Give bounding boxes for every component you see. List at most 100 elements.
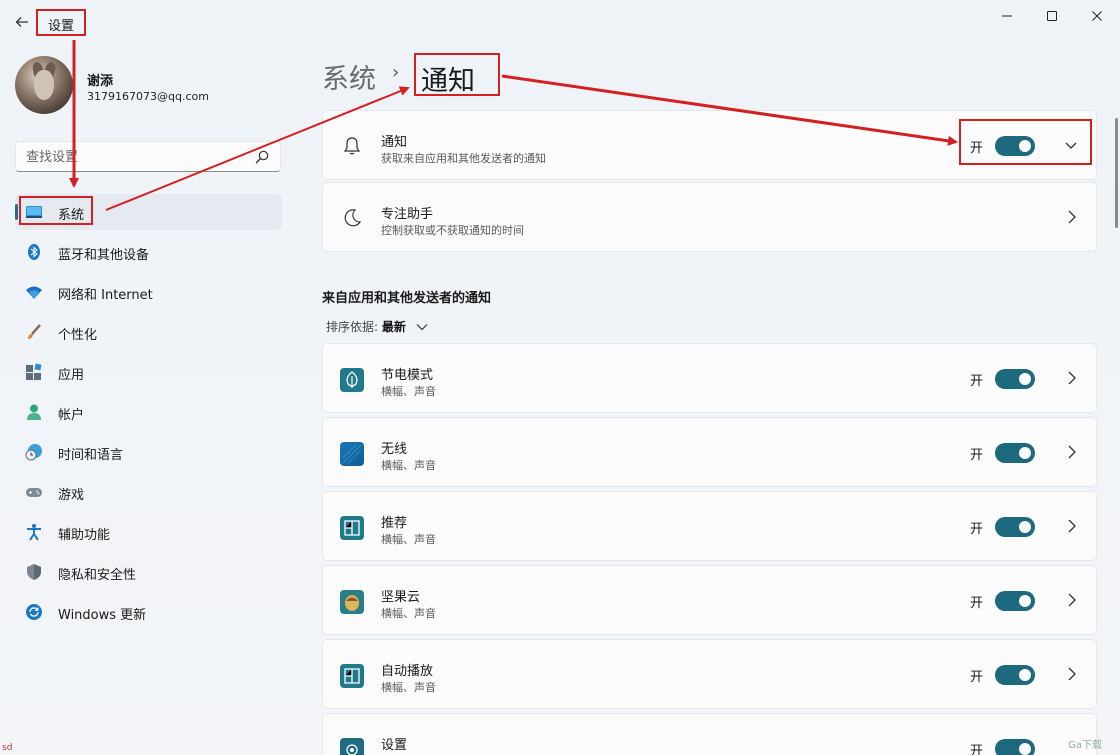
- sidebar-item-label: Windows 更新: [58, 608, 147, 623]
- toggle-label: 开: [970, 744, 984, 755]
- minimize-icon[interactable]: [990, 6, 1024, 26]
- sidebar-item-label: 个性化: [58, 328, 98, 343]
- search-box[interactable]: [15, 141, 281, 172]
- clock-globe-icon: [25, 444, 42, 461]
- sidebar-item-time-language[interactable]: 时间和语言: [15, 434, 282, 470]
- sidebar-item-label: 帐户: [58, 408, 85, 423]
- update-icon: [26, 604, 42, 620]
- close-icon[interactable]: [1080, 6, 1114, 26]
- chevron-right-icon[interactable]: [1066, 370, 1078, 386]
- app-row-settings[interactable]: 设置 开: [322, 713, 1097, 755]
- user-name: 谢添: [87, 74, 114, 89]
- app-row-jianguoyun[interactable]: 坚果云 横幅、声音 开: [322, 565, 1097, 635]
- sidebar-item-apps[interactable]: 应用: [15, 354, 282, 390]
- app-row-recommended[interactable]: 推荐 横幅、声音 开: [322, 491, 1097, 561]
- wifi-icon: [26, 286, 42, 299]
- app-name: 推荐: [381, 516, 408, 531]
- sidebar-item-bluetooth[interactable]: 蓝牙和其他设备: [15, 234, 282, 270]
- app-detail: 横幅、声音: [381, 459, 436, 472]
- search-icon[interactable]: [254, 149, 270, 165]
- sidebar-item-privacy[interactable]: 隐私和安全性: [15, 554, 282, 590]
- back-arrow-icon[interactable]: [10, 10, 34, 34]
- sort-value: 最新: [381, 320, 406, 334]
- app-window-icon: [340, 664, 364, 688]
- chevron-right-icon[interactable]: [1066, 518, 1078, 534]
- sidebar-item-label: 系统: [58, 208, 85, 223]
- card-title: 通知: [381, 135, 408, 150]
- app-detail: 横幅、声音: [381, 385, 436, 398]
- battery-saver-leaf-icon: [340, 368, 364, 392]
- app-name: 设置: [381, 738, 408, 753]
- app-toggle[interactable]: [995, 369, 1035, 389]
- app-window-icon: [340, 516, 364, 540]
- sort-label: 排序依据:: [326, 320, 379, 334]
- app-title: 设置: [36, 9, 87, 36]
- bell-icon: [343, 137, 361, 155]
- toggle-label: 开: [970, 670, 984, 685]
- scrollbar[interactable]: [1115, 118, 1118, 228]
- app-row-battery-saver[interactable]: 节电模式 横幅、声音 开: [322, 343, 1097, 413]
- sidebar-item-windows-update[interactable]: Windows 更新: [15, 594, 282, 630]
- app-row-wireless[interactable]: 无线 横幅、声音 开: [322, 417, 1097, 487]
- app-toggle-group[interactable]: 开: [970, 517, 1052, 537]
- active-indicator: [15, 204, 18, 220]
- sidebar-item-label: 应用: [58, 368, 85, 383]
- app-toggle-group[interactable]: 开: [970, 369, 1052, 389]
- app-toggle[interactable]: [995, 443, 1035, 463]
- app-toggle[interactable]: [995, 591, 1035, 611]
- app-name: 节电模式: [381, 368, 434, 383]
- maximize-icon[interactable]: [1035, 6, 1069, 26]
- card-subtitle: 控制获取或不获取通知的时间: [381, 224, 524, 237]
- app-toggle-group[interactable]: 开: [970, 591, 1052, 611]
- moon-icon: [344, 209, 362, 227]
- sidebar-item-personalization[interactable]: 个性化: [15, 314, 282, 350]
- app-detail: 横幅、声音: [381, 607, 436, 620]
- avatar[interactable]: [15, 56, 73, 114]
- user-email: 3179167073@qq.com: [87, 90, 209, 103]
- search-input[interactable]: [26, 148, 246, 166]
- toggle-label: 开: [970, 522, 984, 537]
- app-toggle[interactable]: [995, 739, 1035, 755]
- sidebar-item-label: 游戏: [58, 488, 85, 503]
- watermark: Ga下载: [1068, 740, 1102, 751]
- app-toggle[interactable]: [995, 665, 1035, 685]
- shield-icon: [27, 564, 41, 580]
- page-title: 通知: [414, 53, 500, 97]
- apps-icon: [26, 363, 42, 380]
- settings-window: 设置 谢添 3179167073@qq.com 系统 蓝牙和其他设备 网络和 I…: [0, 0, 1120, 755]
- app-name: 坚果云: [381, 590, 421, 605]
- chevron-right-icon[interactable]: [1066, 592, 1078, 608]
- sidebar-item-accessibility[interactable]: 辅助功能: [15, 514, 282, 550]
- app-row-autoplay[interactable]: 自动播放 横幅、声音 开: [322, 639, 1097, 709]
- sidebar-item-system[interactable]: 系统: [15, 194, 282, 230]
- sidebar-item-gaming[interactable]: 游戏: [15, 474, 282, 510]
- sidebar-item-label: 隐私和安全性: [58, 568, 137, 583]
- toggle-label: 开: [970, 596, 984, 611]
- chevron-right-icon[interactable]: [1066, 666, 1078, 682]
- breadcrumb-chevron-icon: ›: [392, 62, 400, 83]
- app-toggle[interactable]: [995, 517, 1035, 537]
- app-toggle-group[interactable]: 开: [970, 443, 1052, 463]
- focus-assist-card[interactable]: 专注助手 控制获取或不获取通知的时间: [322, 182, 1097, 252]
- bluetooth-icon: [28, 244, 40, 260]
- sidebar-item-network[interactable]: 网络和 Internet: [15, 274, 282, 310]
- app-detail: 横幅、声音: [381, 533, 436, 546]
- sidebar-item-label: 时间和语言: [58, 448, 124, 463]
- sort-dropdown[interactable]: 排序依据: 最新: [326, 318, 428, 335]
- nut-cloud-icon: [340, 590, 364, 614]
- app-name: 自动播放: [381, 664, 434, 679]
- sidebar-item-accounts[interactable]: 帐户: [15, 394, 282, 430]
- card-title: 专注助手: [381, 207, 434, 222]
- toggle-label: 开: [970, 374, 984, 389]
- chevron-right-icon[interactable]: [1066, 444, 1078, 460]
- chevron-down-icon: [416, 324, 428, 331]
- sidebar-item-label: 蓝牙和其他设备: [58, 248, 150, 263]
- breadcrumb-parent[interactable]: 系统: [322, 57, 376, 96]
- chevron-right-icon[interactable]: [1066, 209, 1078, 225]
- title-bar: 设置: [0, 0, 1120, 40]
- sidebar-item-label: 网络和 Internet: [58, 288, 153, 303]
- app-toggle-group[interactable]: 开: [970, 665, 1052, 685]
- app-detail: 横幅、声音: [381, 681, 436, 694]
- app-toggle-group[interactable]: 开: [970, 739, 1052, 755]
- person-icon: [27, 404, 41, 420]
